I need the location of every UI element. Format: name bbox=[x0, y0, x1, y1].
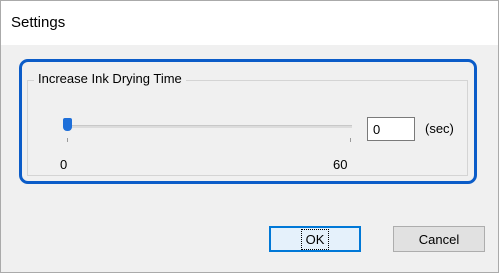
cancel-button-label: Cancel bbox=[418, 231, 460, 247]
unit-label: (sec) bbox=[425, 121, 454, 136]
dialog-title: Settings bbox=[11, 14, 66, 31]
title-bar: Settings bbox=[1, 1, 498, 45]
slider-tick-max bbox=[350, 138, 351, 142]
settings-dialog: Settings Increase Ink Drying Time 0 60 (… bbox=[0, 0, 499, 273]
slider-max-label: 60 bbox=[333, 157, 348, 172]
slider-tick-min bbox=[67, 138, 68, 142]
slider-min-label: 0 bbox=[60, 157, 68, 172]
drying-time-slider-thumb[interactable] bbox=[63, 118, 72, 131]
drying-time-slider-track[interactable] bbox=[67, 125, 352, 128]
ink-drying-group-label: Increase Ink Drying Time bbox=[34, 71, 186, 86]
ok-button[interactable]: OK bbox=[269, 226, 361, 252]
drying-time-input[interactable] bbox=[367, 117, 415, 141]
cancel-button[interactable]: Cancel bbox=[393, 226, 485, 252]
ok-button-label: OK bbox=[300, 228, 330, 250]
